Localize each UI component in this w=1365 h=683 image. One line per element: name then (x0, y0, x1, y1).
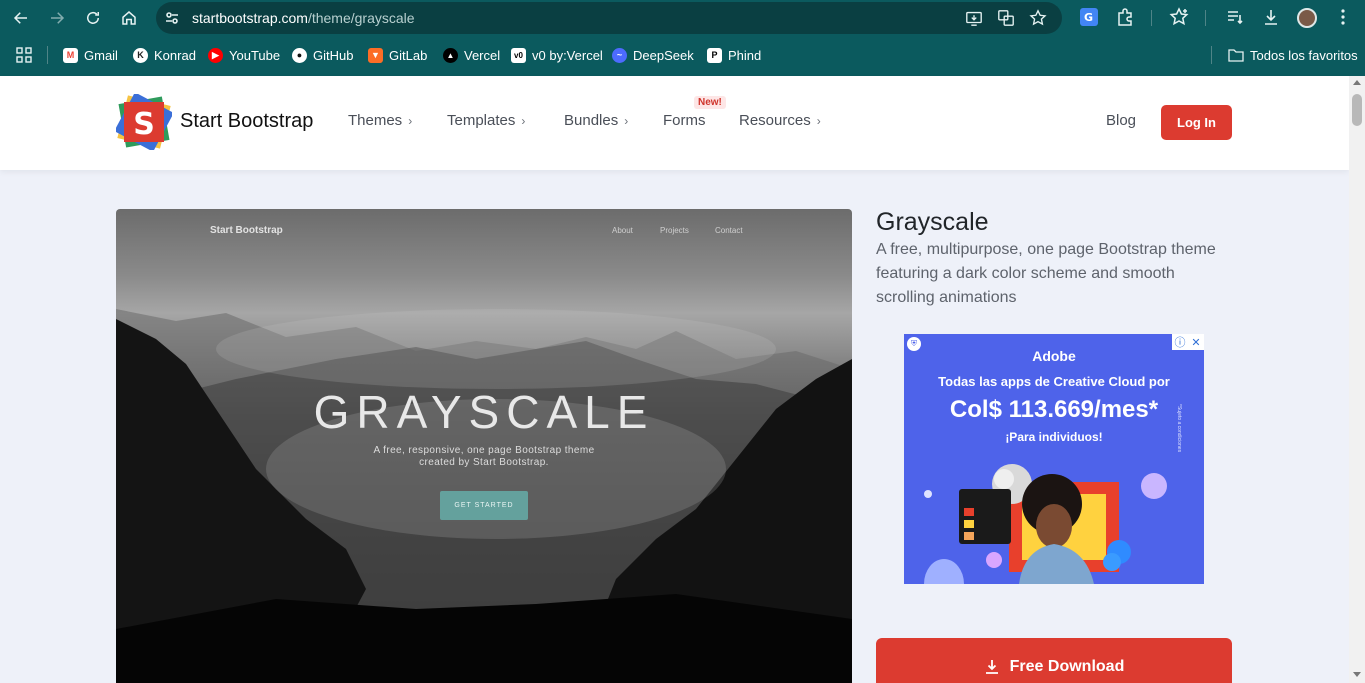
preview-link-projects: Projects (660, 226, 689, 235)
page-scrollbar[interactable] (1349, 76, 1365, 683)
bookmark-youtube[interactable]: ▶ YouTube (208, 46, 280, 64)
bookmark-label: v0 by:Vercel (532, 47, 603, 63)
downloads-icon[interactable] (1261, 7, 1281, 27)
folder-icon (1228, 49, 1244, 62)
bookmark-label: Gmail (84, 47, 118, 63)
bookmarks-separator (1211, 46, 1212, 64)
reading-list-icon[interactable] (1225, 7, 1245, 27)
deepseek-icon: ~ (612, 47, 627, 63)
bookmark-label: Vercel (464, 47, 501, 63)
extensions-icon[interactable] (1115, 7, 1135, 27)
vercel-icon: ▲ (443, 47, 458, 63)
reload-icon[interactable] (81, 6, 105, 30)
theme-preview-image[interactable]: Start Bootstrap About Projects Contact G… (116, 209, 852, 683)
nav-label: Resources (739, 112, 811, 129)
bookmark-label: YouTube (229, 47, 281, 63)
bookmark-gitlab[interactable]: ▼ GitLab (368, 46, 427, 64)
profile-avatar[interactable] (1297, 8, 1317, 28)
home-icon[interactable] (117, 6, 141, 30)
bookmarks-separator (47, 46, 48, 64)
ad-illustration (924, 464, 1167, 584)
preview-brand: Start Bootstrap (210, 225, 283, 236)
brand-name[interactable]: Start Bootstrap (180, 110, 313, 133)
bookmark-star-icon[interactable] (1029, 9, 1047, 27)
preview-subtitle: A free, responsive, one page Bootstrap t… (373, 445, 595, 468)
url-text[interactable]: startbootstrap.com/theme/grayscale (192, 10, 415, 26)
theme-title: Grayscale (876, 208, 989, 236)
toolbar-separator (1151, 10, 1152, 26)
nav-label: Bundles (564, 112, 619, 129)
site-settings-icon[interactable] (164, 10, 180, 26)
phind-icon: P (707, 47, 722, 63)
more-menu-icon[interactable] (1333, 7, 1353, 27)
nav-forms[interactable]: Forms (663, 112, 706, 129)
youtube-icon: ▶ (208, 47, 223, 63)
url-path: /theme/grayscale (307, 10, 415, 26)
install-app-icon[interactable] (965, 9, 983, 27)
bookmark-github[interactable]: ● GitHub (292, 46, 353, 64)
url-domain: startbootstrap.com (192, 10, 308, 26)
browser-chrome: startbootstrap.com/theme/grayscale G M G… (0, 0, 1365, 76)
scroll-thumb[interactable] (1352, 94, 1362, 126)
adobe-advertisement[interactable]: ⛨ ⓘ ✕ Adobe Todas las apps de Creative C… (904, 334, 1204, 584)
download-icon (985, 660, 998, 674)
gmail-icon: M (63, 47, 78, 63)
v0-icon: v0 (511, 47, 526, 63)
bookmark-label: Konrad (154, 47, 196, 63)
chevron-right-icon: › (521, 113, 526, 128)
bookmarks-bar: M Gmail K Konrad ▶ YouTube ● GitHub ▼ Gi… (0, 40, 1365, 70)
gitlab-icon: ▼ (368, 47, 383, 63)
nav-label: Forms (663, 112, 706, 129)
site-header: S Start Bootstrap Themes › Templates › Bun… (0, 76, 1349, 170)
konrad-icon: K (133, 47, 148, 63)
preview-link-about: About (612, 226, 633, 235)
all-favorites-label: Todos los favoritos (1250, 47, 1358, 63)
nav-bundles[interactable]: Bundles › (564, 112, 628, 129)
bookmark-label: DeepSeek (633, 47, 694, 63)
download-label: Free Download (1009, 658, 1125, 675)
github-icon: ● (292, 47, 307, 63)
chevron-right-icon: › (408, 113, 413, 128)
login-button[interactable]: Log In (1161, 105, 1232, 140)
start-bootstrap-logo[interactable]: S (116, 94, 172, 150)
apps-grid-icon[interactable] (16, 46, 32, 64)
nav-resources[interactable]: Resources › (739, 112, 821, 129)
theme-description: A free, multipurpose, one page Bootstrap… (876, 241, 1216, 306)
logo-letter: S (133, 107, 155, 142)
bookmark-konrad[interactable]: K Konrad (133, 46, 196, 64)
bookmark-label: GitHub (313, 47, 354, 63)
back-icon[interactable] (9, 6, 33, 30)
scroll-down-icon[interactable] (1353, 672, 1361, 677)
svg-text:G: G (1084, 11, 1093, 24)
bookmark-deepseek[interactable]: ~ DeepSeek (612, 46, 694, 64)
preview-get-started-button: GET STARTED (440, 491, 528, 520)
nav-label: Templates (447, 112, 516, 129)
nav-templates[interactable]: Templates › (447, 112, 525, 129)
address-bar[interactable]: startbootstrap.com/theme/grayscale (156, 2, 1062, 34)
favorites-star-icon[interactable] (1169, 7, 1189, 27)
nav-blog[interactable]: Blog (1106, 112, 1136, 129)
bookmark-v0[interactable]: v0 v0 by:Vercel (511, 46, 603, 64)
new-badge: New! (694, 96, 726, 109)
scroll-up-icon[interactable] (1353, 80, 1361, 85)
translate-icon[interactable] (997, 9, 1015, 27)
preview-link-contact: Contact (715, 226, 743, 235)
browser-toolbar: startbootstrap.com/theme/grayscale G (0, 0, 1365, 36)
bookmark-label: Phind (728, 47, 762, 63)
bookmark-vercel[interactable]: ▲ Vercel (443, 46, 500, 64)
google-translate-extension-icon[interactable]: G (1079, 7, 1099, 27)
free-download-button[interactable]: Free Download (876, 638, 1232, 683)
chevron-right-icon: › (816, 113, 821, 128)
nav-themes[interactable]: Themes › (348, 112, 412, 129)
preview-title: GRAYSCALE (313, 386, 655, 438)
bookmark-gmail[interactable]: M Gmail (63, 46, 118, 64)
bookmark-phind[interactable]: P Phind (707, 46, 761, 64)
chevron-right-icon: › (624, 113, 629, 128)
nav-label: Themes (348, 112, 403, 129)
all-favorites-folder[interactable]: Todos los favoritos (1228, 46, 1358, 64)
forward-icon[interactable] (45, 6, 69, 30)
toolbar-separator (1205, 10, 1206, 26)
bookmark-label: GitLab (389, 47, 428, 63)
